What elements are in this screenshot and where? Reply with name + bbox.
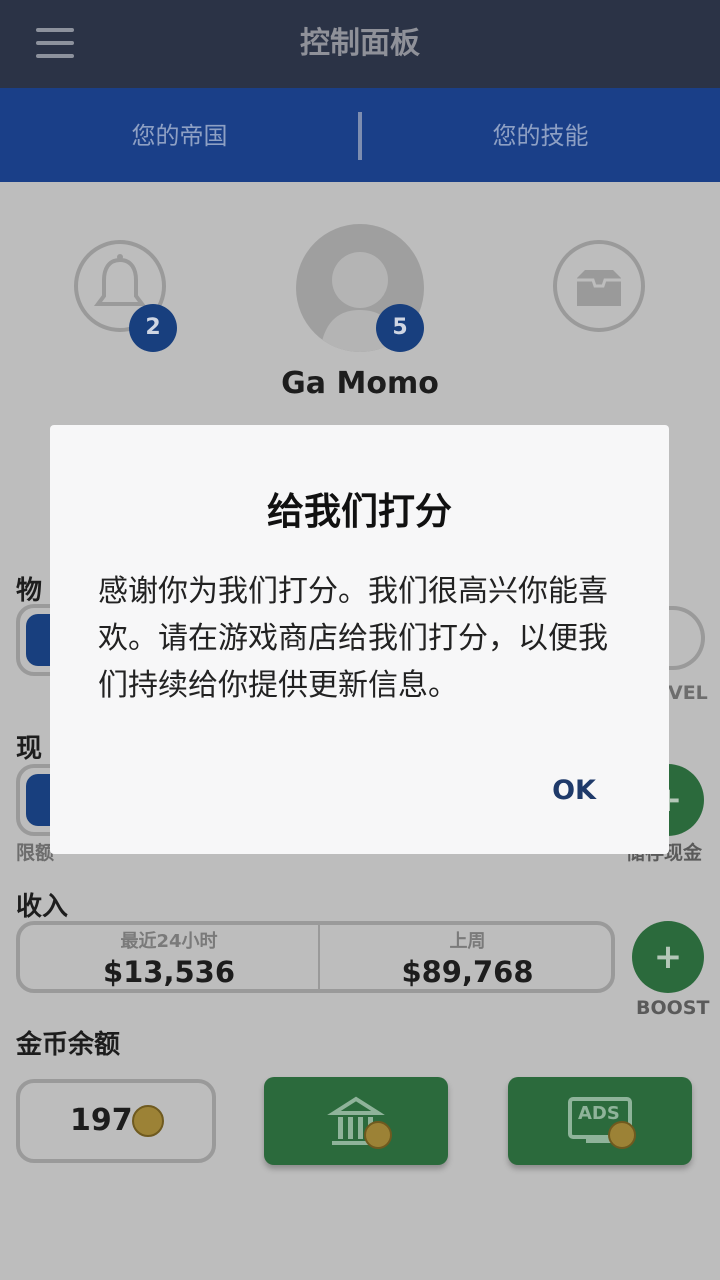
income-lastweek-value: $89,768 bbox=[401, 955, 534, 989]
income-last24-label: 最近24小时 bbox=[120, 931, 218, 952]
ok-button[interactable]: OK bbox=[526, 757, 622, 825]
dialog-message: 感谢你为我们打分。我们很高兴你能喜欢。请在游戏商店给我们打分，以便我们持续给你提… bbox=[98, 574, 608, 703]
income-last24-value: $13,536 bbox=[102, 955, 236, 989]
bank-icon bbox=[327, 1096, 392, 1149]
coin-icon bbox=[132, 1105, 164, 1137]
income-label: 收入 bbox=[16, 892, 69, 922]
level-ring bbox=[669, 606, 705, 670]
income-lastweek-label: 上周 bbox=[449, 931, 486, 952]
tab-your-empire[interactable]: 您的帝国 bbox=[0, 88, 359, 182]
user-name: Ga Momo bbox=[281, 366, 439, 401]
dialog-title: 给我们打分 bbox=[267, 490, 452, 533]
coin-balance-label: 金币余额 bbox=[16, 1030, 121, 1060]
ads-label: ADS bbox=[578, 1103, 620, 1124]
cash-limit-label: 限额 bbox=[16, 842, 55, 864]
coin-balance-value: 197 bbox=[70, 1103, 133, 1138]
inbox-icon bbox=[577, 270, 621, 306]
boost-button[interactable]: + bbox=[632, 921, 704, 993]
level-label: VEL bbox=[668, 682, 708, 704]
income-panel: 最近24小时 $13,536 上周 $89,768 bbox=[16, 921, 615, 993]
inbox-button[interactable] bbox=[553, 240, 645, 332]
coin-balance-box: 197 bbox=[16, 1079, 216, 1163]
page-title: 控制面板 bbox=[300, 26, 420, 61]
rating-dialog: 给我们打分 感谢你为我们打分。我们很高兴你能喜欢。请在游戏商店给我们打分，以便我… bbox=[50, 425, 669, 854]
boost-label: BOOST bbox=[636, 997, 710, 1019]
avatar-badge: 5 bbox=[376, 304, 424, 352]
notifications-badge: 2 bbox=[129, 304, 177, 352]
tab-your-skills[interactable]: 您的技能 bbox=[361, 88, 720, 182]
cash-label: 现 bbox=[16, 734, 43, 764]
ads-button[interactable]: ADS bbox=[508, 1077, 692, 1165]
bank-button[interactable] bbox=[264, 1077, 448, 1165]
items-label: 物 bbox=[16, 576, 43, 606]
